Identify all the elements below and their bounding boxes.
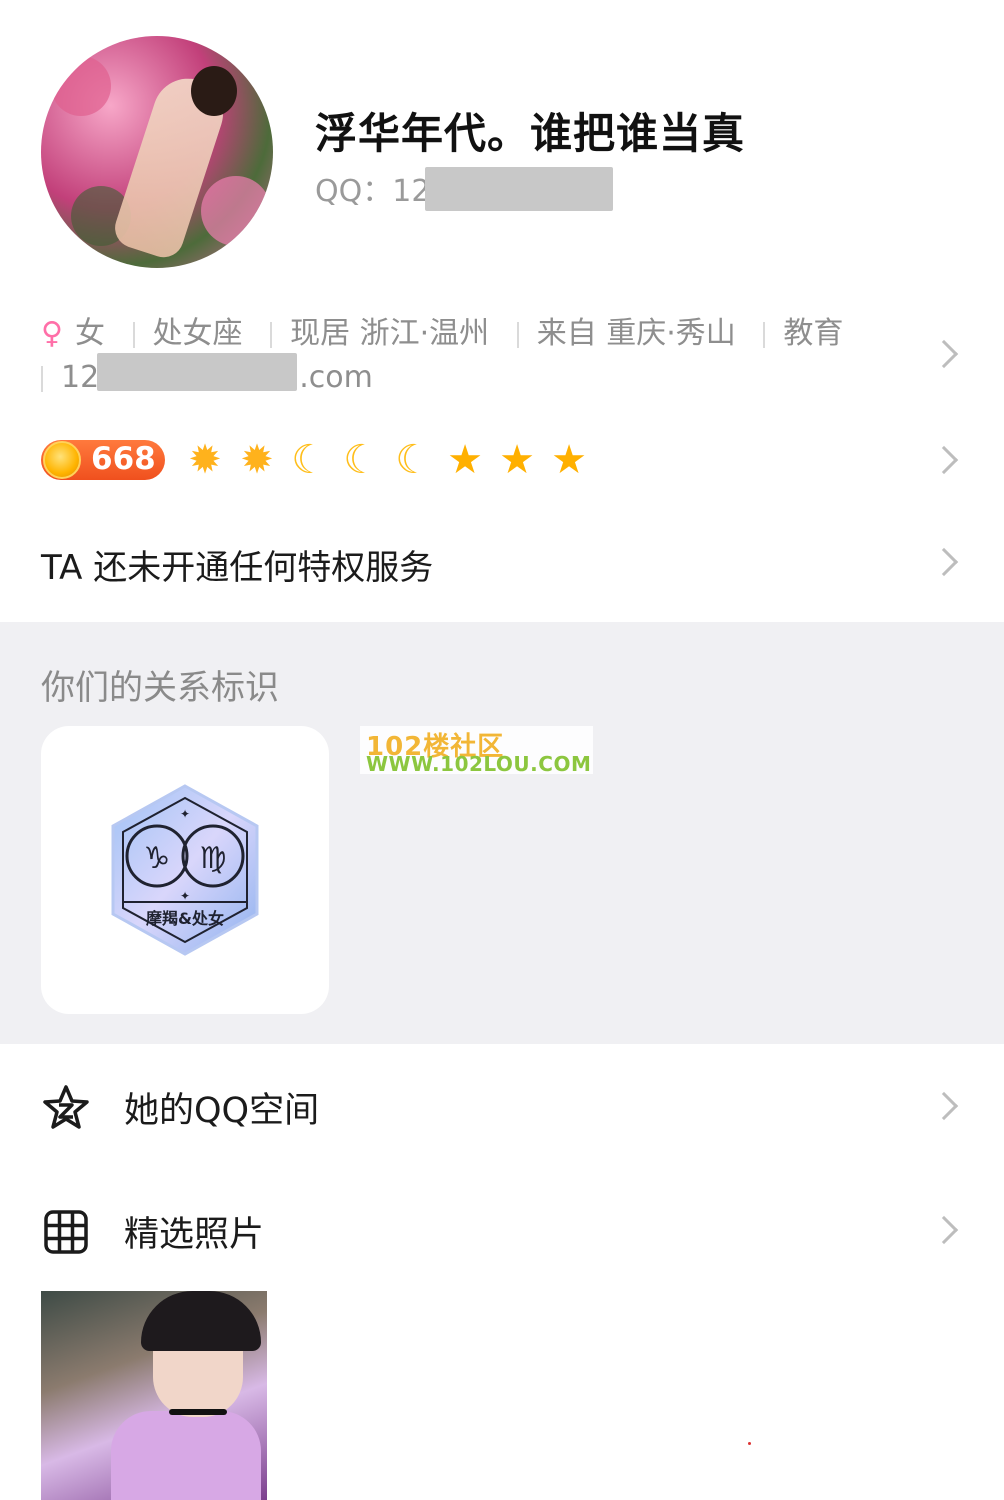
photos-row[interactable]: 精选照片: [0, 1186, 1004, 1276]
divider: [270, 321, 273, 348]
svg-text:♑: ♑: [144, 841, 171, 876]
badge-label: 摩羯&处女: [146, 909, 224, 928]
level-number: 668: [91, 441, 156, 477]
qzone-star-icon: [43, 1085, 89, 1129]
svg-text:♍: ♍: [200, 841, 227, 876]
grid-icon: [44, 1210, 88, 1254]
crown-coin-icon: [43, 441, 81, 479]
zodiac-text: 处女座: [152, 316, 243, 351]
qq-number: QQ：12: [315, 174, 431, 209]
level-badge[interactable]: 668: [41, 440, 165, 480]
svg-text:✦: ✦: [180, 889, 190, 903]
chevron-right-icon[interactable]: [929, 445, 959, 475]
divider: [763, 321, 766, 348]
nickname: 浮华年代。谁把谁当真: [315, 109, 746, 158]
relationship-title: 你们的关系标识: [41, 668, 279, 708]
avatar[interactable]: [41, 36, 273, 268]
photos-label: 精选照片: [124, 1215, 265, 1255]
email-suffix: .com: [299, 360, 373, 395]
chevron-right-icon: [929, 1215, 959, 1245]
redacted-email-mask: [97, 353, 297, 391]
divider: [41, 365, 43, 392]
moon-icon: ☾: [343, 437, 379, 483]
qzone-label: 她的QQ空间: [124, 1091, 320, 1131]
chevron-right-icon: [929, 1091, 959, 1121]
star-icon: ★: [447, 437, 483, 483]
qzone-row[interactable]: 她的QQ空间: [0, 1062, 1004, 1152]
level-icons[interactable]: ✹ ✹ ☾ ☾ ☾ ★ ★ ★: [184, 438, 590, 482]
privilege-text[interactable]: TA 还未开通任何特权服务: [41, 540, 433, 589]
relationship-section: 你们的关系标识 ♑ ♍ ✦ ✦ 摩羯&处女 102楼社区 WWW.102LOU.…: [0, 622, 1004, 1044]
star-icon: ★: [499, 437, 535, 483]
occupation-text: 教育: [783, 316, 844, 351]
female-icon: ♀: [41, 316, 63, 351]
divider: [516, 321, 519, 348]
watermark-line2: WWW.102LOU.COM: [366, 752, 592, 776]
email-prefix: 12: [61, 360, 100, 395]
watermark: 102楼社区 WWW.102LOU.COM: [360, 726, 593, 776]
hometown-text: 来自 重庆·秀山: [536, 316, 736, 351]
profile-page: 浮华年代。谁把谁当真 QQ：12 ♀ 女 处女座 现居 浙江·温州 来自 重庆·秀…: [0, 0, 1004, 1500]
redacted-qq-mask: [425, 167, 613, 211]
sun-icon: ✹: [188, 437, 222, 483]
divider: [132, 321, 135, 348]
chevron-right-icon[interactable]: [929, 547, 959, 577]
svg-text:✦: ✦: [180, 807, 190, 821]
moon-icon: ☾: [395, 437, 431, 483]
gender-text: 女: [74, 316, 105, 351]
star-icon: ★: [551, 437, 587, 483]
chevron-right-icon[interactable]: [929, 339, 959, 369]
location-text: 现居 浙江·温州: [290, 316, 490, 351]
relationship-badge-card[interactable]: ♑ ♍ ✦ ✦ 摩羯&处女: [41, 726, 329, 1014]
zodiac-badge-icon: ♑ ♍ ✦ ✦ 摩羯&处女: [111, 784, 259, 956]
decorative-dot: [748, 1442, 751, 1445]
featured-photo[interactable]: [41, 1291, 267, 1500]
sun-icon: ✹: [240, 437, 274, 483]
moon-icon: ☾: [291, 437, 327, 483]
